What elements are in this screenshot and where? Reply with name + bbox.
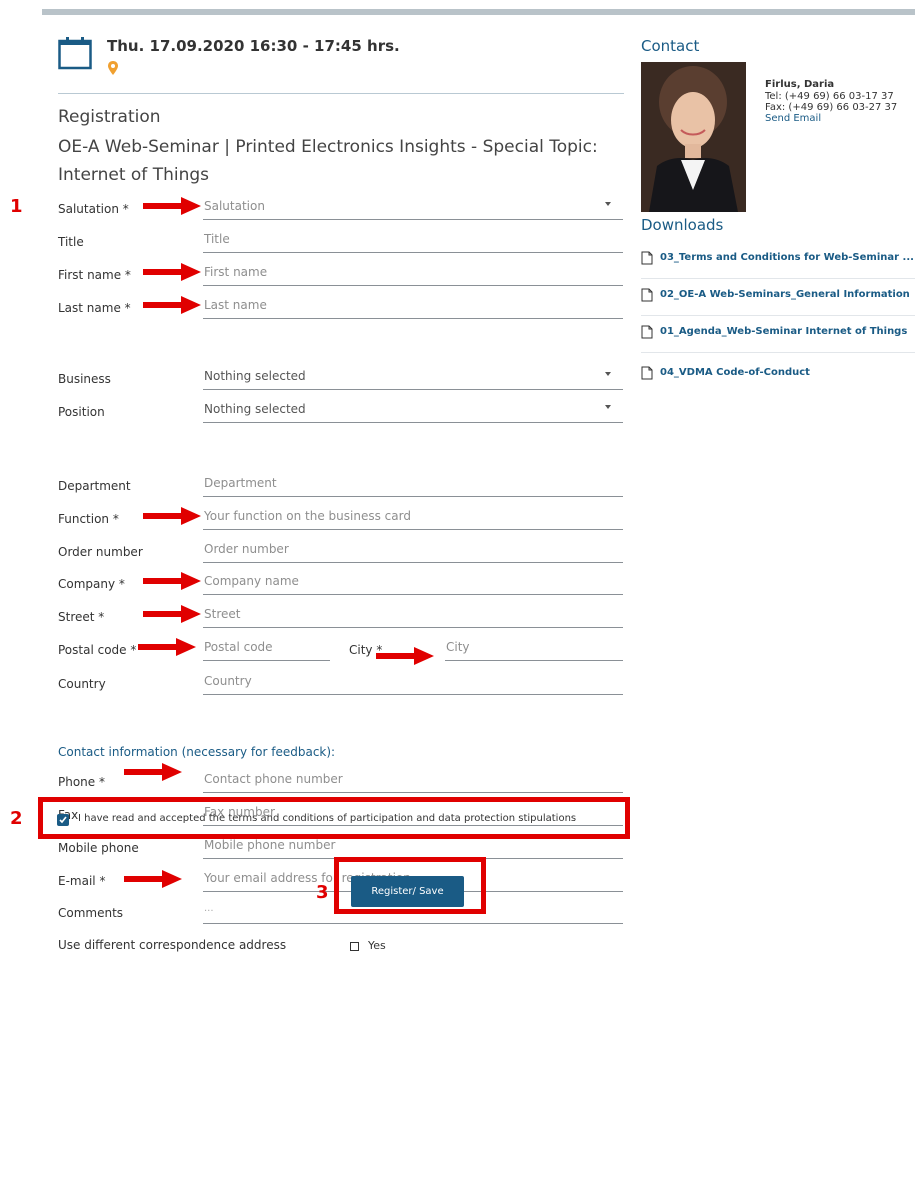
- first-name-field[interactable]: First name: [203, 262, 623, 286]
- download-item-label: 01_Agenda_Web-Seminar Internet of Things: [660, 326, 908, 337]
- download-item[interactable]: 03_Terms and Conditions for Web-Seminar …: [641, 245, 915, 279]
- download-item-label: 03_Terms and Conditions for Web-Seminar …: [660, 252, 914, 263]
- mobile-phone-label: Mobile phone: [58, 841, 139, 855]
- contact-info-section-title: Contact information (necessary for feedb…: [58, 745, 336, 759]
- terms-checkbox[interactable]: [57, 814, 69, 826]
- title-label: Title: [58, 235, 84, 249]
- company-placeholder: Company name: [204, 574, 299, 588]
- different-address-yes-label: Yes: [368, 939, 386, 952]
- document-icon: [641, 251, 653, 265]
- top-divider-bar: [42, 9, 915, 15]
- arrow-icon: [143, 263, 201, 281]
- department-label: Department: [58, 479, 131, 493]
- last-name-label: Last name *: [58, 301, 131, 315]
- order-number-label: Order number: [58, 545, 143, 559]
- download-item-label: 04_VDMA Code-of-Conduct: [660, 367, 810, 378]
- position-value: Nothing selected: [204, 402, 306, 416]
- download-item[interactable]: 04_VDMA Code-of-Conduct: [641, 360, 915, 393]
- street-field[interactable]: Street: [203, 604, 623, 628]
- download-item[interactable]: 02_OE-A Web-Seminars_General Information: [641, 282, 915, 316]
- location-pin-icon: [108, 61, 118, 75]
- arrow-icon: [138, 638, 196, 656]
- mobile-phone-placeholder: Mobile phone number: [204, 838, 336, 852]
- postal-code-label: Postal code *: [58, 643, 137, 657]
- contact-heading: Contact: [641, 37, 700, 55]
- function-label: Function *: [58, 512, 119, 526]
- business-select[interactable]: Nothing selected: [203, 366, 623, 390]
- download-item[interactable]: 01_Agenda_Web-Seminar Internet of Things: [641, 319, 915, 353]
- document-icon: [641, 288, 653, 302]
- city-field[interactable]: City: [445, 637, 623, 661]
- phone-placeholder: Contact phone number: [204, 772, 343, 786]
- salutation-placeholder: Salutation: [204, 199, 265, 213]
- arrow-icon: [143, 572, 201, 590]
- position-label: Position: [58, 405, 105, 419]
- comments-label: Comments: [58, 906, 124, 920]
- department-placeholder: Department: [204, 476, 277, 490]
- different-address-checkbox[interactable]: [350, 942, 359, 951]
- title-placeholder: Title: [204, 232, 230, 246]
- seminar-title: OE-A Web-Seminar | Printed Electronics I…: [58, 137, 598, 185]
- business-label: Business: [58, 372, 111, 386]
- annotation-number-1: 1: [10, 196, 23, 217]
- document-icon: [641, 366, 653, 380]
- department-field[interactable]: Department: [203, 473, 623, 497]
- arrow-icon: [143, 605, 201, 623]
- annotation-number-3: 3: [316, 882, 329, 903]
- chevron-down-icon: [605, 372, 611, 376]
- contact-fax: Fax: (+49 69) 66 03-27 37: [765, 102, 898, 113]
- last-name-field[interactable]: Last name: [203, 295, 623, 319]
- terms-text: I have read and accepted the terms and c…: [78, 813, 577, 824]
- different-address-label: Use different correspondence address: [58, 938, 287, 952]
- country-label: Country: [58, 677, 106, 691]
- postal-code-field[interactable]: Postal code: [203, 637, 330, 661]
- business-value: Nothing selected: [204, 369, 306, 383]
- function-placeholder: Your function on the business card: [204, 509, 411, 523]
- contact-tel: Tel: (+49 69) 66 03-17 37: [765, 91, 894, 102]
- registration-heading: Registration: [58, 107, 161, 127]
- city-placeholder: City: [446, 640, 470, 654]
- street-placeholder: Street: [204, 607, 241, 621]
- order-number-field[interactable]: Order number: [203, 539, 623, 563]
- salutation-label: Salutation *: [58, 202, 129, 216]
- phone-field[interactable]: Contact phone number: [203, 769, 623, 793]
- phone-label: Phone *: [58, 775, 105, 789]
- arrow-icon: [143, 507, 201, 525]
- chevron-down-icon: [605, 202, 611, 206]
- country-placeholder: Country: [204, 674, 252, 688]
- position-select[interactable]: Nothing selected: [203, 399, 623, 423]
- first-name-label: First name *: [58, 268, 131, 282]
- company-label: Company *: [58, 577, 125, 591]
- comments-placeholder: ...: [204, 903, 214, 914]
- salutation-select[interactable]: Salutation: [203, 196, 623, 220]
- postal-code-placeholder: Postal code: [204, 640, 273, 654]
- register-save-button[interactable]: Register/ Save: [351, 876, 464, 907]
- arrow-icon: [124, 763, 182, 781]
- checkmark-icon: [59, 816, 67, 824]
- send-email-link[interactable]: Send Email: [765, 113, 821, 124]
- document-icon: [641, 325, 653, 339]
- function-field[interactable]: Your function on the business card: [203, 506, 623, 530]
- contact-name: Firlus, Daria: [765, 79, 835, 90]
- email-label: E-mail *: [58, 874, 106, 888]
- calendar-icon: [58, 37, 92, 70]
- download-item-label: 02_OE-A Web-Seminars_General Information: [660, 289, 910, 300]
- header-divider: [58, 93, 624, 94]
- downloads-heading: Downloads: [641, 216, 724, 234]
- arrow-icon: [376, 647, 434, 665]
- last-name-placeholder: Last name: [204, 298, 267, 312]
- chevron-down-icon: [605, 405, 611, 409]
- arrow-icon: [143, 296, 201, 314]
- annotation-number-2: 2: [10, 808, 23, 829]
- order-number-placeholder: Order number: [204, 542, 289, 556]
- company-field[interactable]: Company name: [203, 571, 623, 595]
- country-field[interactable]: Country: [203, 671, 623, 695]
- street-label: Street *: [58, 610, 105, 624]
- contact-photo: [641, 62, 746, 212]
- arrow-icon: [143, 197, 201, 215]
- title-field[interactable]: Title: [203, 229, 623, 253]
- event-date-time: Thu. 17.09.2020 16:30 - 17:45 hrs.: [107, 37, 400, 55]
- arrow-icon: [124, 870, 182, 888]
- first-name-placeholder: First name: [204, 265, 268, 279]
